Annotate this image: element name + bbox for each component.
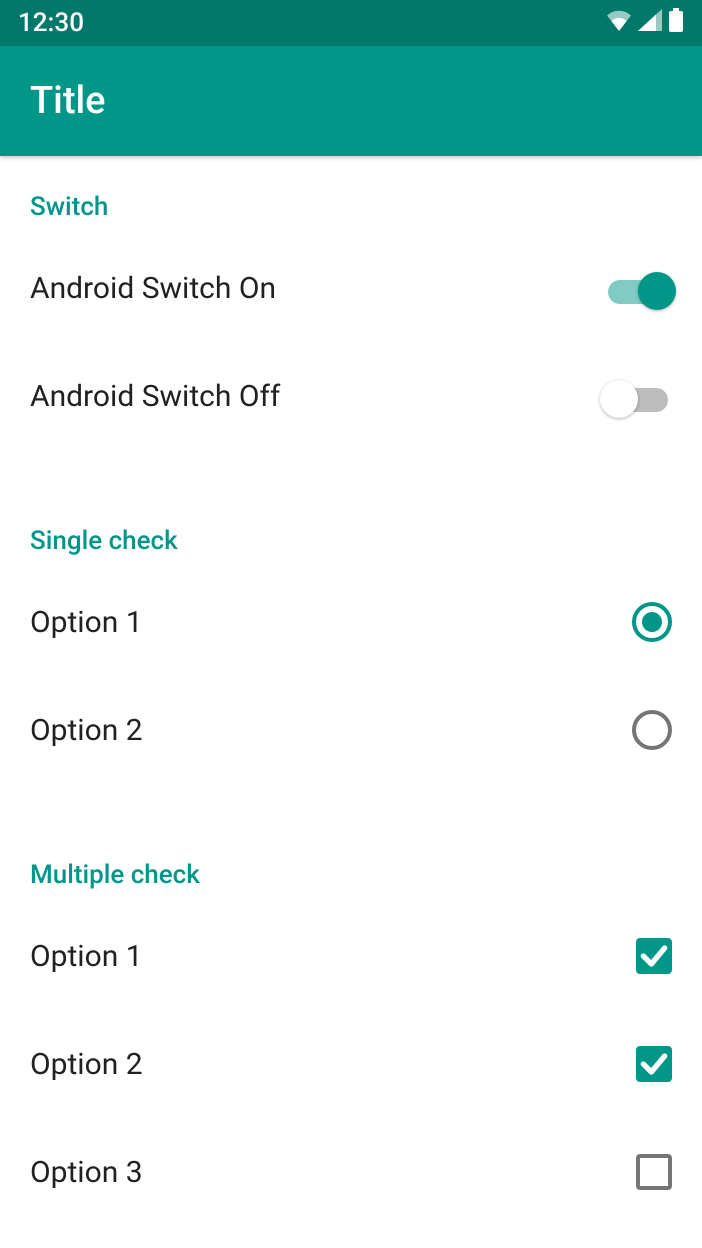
section-header-switch: Switch [0, 156, 702, 234]
battery-icon [668, 8, 684, 39]
section-header-multiple: Multiple check [0, 824, 702, 902]
row-switch-off[interactable]: Android Switch Off [0, 342, 702, 450]
switch-toggle[interactable] [604, 378, 672, 414]
row-switch-on[interactable]: Android Switch On [0, 234, 702, 342]
row-label: Option 1 [30, 939, 143, 974]
checkbox[interactable] [636, 1046, 672, 1082]
radio-button[interactable] [632, 602, 672, 642]
wifi-icon [606, 8, 632, 38]
page-title: Title [30, 79, 106, 123]
row-label: Android Switch Off [30, 379, 280, 414]
content: Switch Android Switch On Android Switch … [0, 156, 702, 1226]
app-bar: Title [0, 46, 702, 156]
checkbox[interactable] [636, 1154, 672, 1190]
row-check-1[interactable]: Option 1 [0, 902, 702, 1010]
signal-icon [638, 8, 662, 38]
row-label: Option 1 [30, 605, 143, 640]
status-bar: 12:30 [0, 0, 702, 46]
status-time: 12:30 [18, 8, 84, 38]
row-radio-2[interactable]: Option 2 [0, 676, 702, 784]
row-radio-1[interactable]: Option 1 [0, 568, 702, 676]
radio-button[interactable] [632, 710, 672, 750]
section-header-single: Single check [0, 490, 702, 568]
row-check-2[interactable]: Option 2 [0, 1010, 702, 1118]
checkbox[interactable] [636, 938, 672, 974]
row-label: Android Switch On [30, 271, 276, 306]
row-check-3[interactable]: Option 3 [0, 1118, 702, 1226]
row-label: Option 2 [30, 1047, 143, 1082]
row-label: Option 3 [30, 1155, 143, 1190]
switch-toggle[interactable] [604, 270, 672, 306]
row-label: Option 2 [30, 713, 143, 748]
